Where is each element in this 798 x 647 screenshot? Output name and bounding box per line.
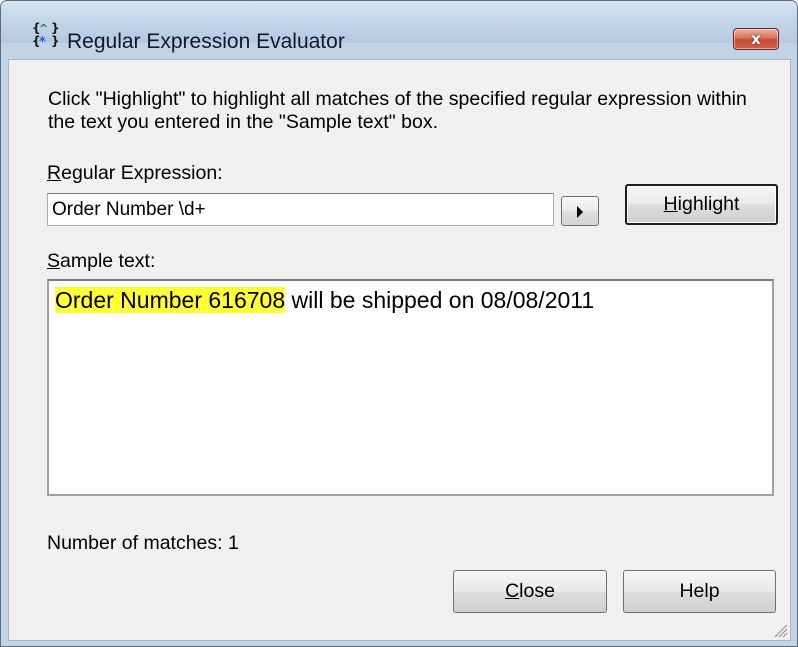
instructions-text: Click "Highlight" to highlight all match… <box>48 88 747 133</box>
right-triangle-icon <box>577 206 583 218</box>
dialog-window: { } ^ { } * Regular Expression Evaluator… <box>0 0 798 647</box>
resize-grip-icon[interactable] <box>772 622 788 638</box>
close-icon: x <box>751 30 761 48</box>
sample-text-area[interactable]: Order Number 616708 will be shipped on 0… <box>47 279 774 496</box>
regex-menu-button[interactable] <box>561 196 599 226</box>
svg-text:*: * <box>39 35 46 48</box>
regex-input[interactable] <box>47 193 554 226</box>
close-button[interactable]: Close <box>453 570 607 613</box>
regex-app-icon: { } ^ { } * <box>32 21 59 48</box>
help-button[interactable]: Help <box>623 570 776 613</box>
window-title: Regular Expression Evaluator <box>67 30 345 53</box>
svg-text:}: } <box>51 34 59 48</box>
sample-text-rest: will be shipped on 08/08/2011 <box>285 287 595 313</box>
match-count-text: Number of matches: 1 <box>47 532 239 554</box>
svg-text:}: } <box>51 21 59 35</box>
dialog-client-area: Click "Highlight" to highlight all match… <box>8 59 791 641</box>
sample-text-label: Sample text: <box>47 250 156 272</box>
highlighted-match: Order Number 616708 <box>55 287 286 313</box>
highlight-button[interactable]: Highlight <box>625 184 778 225</box>
window-close-button[interactable]: x <box>733 28 779 50</box>
regex-label: Regular Expression: <box>47 162 223 184</box>
title-bar[interactable]: { } ^ { } * Regular Expression Evaluator… <box>1 1 797 53</box>
